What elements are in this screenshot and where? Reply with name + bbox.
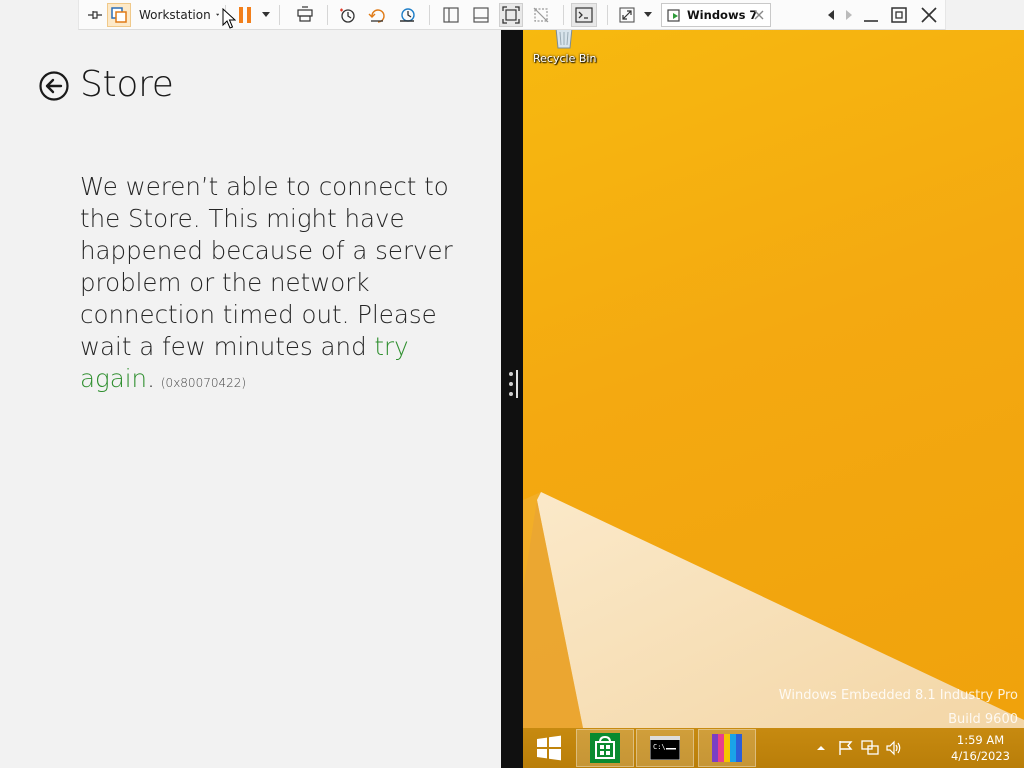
restore-icon xyxy=(891,7,907,23)
restore-button[interactable] xyxy=(887,3,911,27)
stretch-icon xyxy=(619,7,635,23)
volume-button[interactable] xyxy=(885,740,903,756)
tab-windows-7[interactable]: Windows 7 xyxy=(661,3,771,27)
workstation-menu-label: Workstation xyxy=(139,8,211,22)
recycle-bin-shortcut[interactable]: Recycle Bin xyxy=(533,30,597,65)
windows-logo-icon xyxy=(537,735,561,761)
error-code: (0x80070422) xyxy=(160,376,247,390)
watermark-edition: Windows Embedded 8.1 Industry Pro xyxy=(778,688,1018,703)
show-thumbnail-bar-button[interactable] xyxy=(469,3,493,27)
vm-running-icon xyxy=(667,9,680,22)
minimize-button[interactable] xyxy=(859,3,883,27)
show-library-button[interactable] xyxy=(439,3,463,27)
unity-mode-icon xyxy=(533,7,549,23)
toolbar-separator xyxy=(563,5,564,25)
clock-time: 1:59 AM xyxy=(956,733,1005,747)
take-snapshot-button[interactable] xyxy=(335,3,359,27)
close-icon xyxy=(921,7,937,23)
snapshot-manager-icon xyxy=(400,8,415,22)
chevron-down-icon xyxy=(215,13,219,16)
chevron-right-icon xyxy=(846,10,852,20)
snap-splitter xyxy=(501,30,523,768)
recycle-bin-label: Recycle Bin xyxy=(533,52,597,65)
tab-label: Windows 7 xyxy=(687,8,758,22)
unity-mode-button[interactable] xyxy=(529,3,553,27)
toolbar-separator xyxy=(327,5,328,25)
handle-dot xyxy=(509,382,513,386)
taskbar-store-app[interactable] xyxy=(576,729,634,767)
snapshot-icon xyxy=(340,8,355,23)
page-title: Store xyxy=(80,64,174,105)
console-view-button[interactable] xyxy=(571,3,597,27)
send-keys-icon xyxy=(297,6,313,22)
close-window-button[interactable] xyxy=(917,3,941,27)
taskbar-command-prompt[interactable]: C:\ xyxy=(636,729,694,767)
pin-toolbar-button[interactable] xyxy=(83,3,107,27)
full-screen-button[interactable] xyxy=(499,3,523,27)
svg-text:C:\: C:\ xyxy=(653,743,666,751)
close-tab-icon[interactable] xyxy=(752,8,766,22)
show-hidden-icons-button[interactable] xyxy=(815,740,827,756)
taskbar: C:\ 1:59 AM 4/16/2023 xyxy=(523,728,1024,768)
start-button[interactable] xyxy=(525,729,573,767)
unity-button[interactable] xyxy=(107,3,131,27)
taskbar-app[interactable] xyxy=(698,729,756,767)
handle-bar xyxy=(516,370,518,398)
network-button[interactable] xyxy=(861,740,879,756)
action-center-button[interactable] xyxy=(837,740,855,756)
toolbar-separator xyxy=(279,5,280,25)
wallpaper-shape xyxy=(523,492,1024,728)
desktop: Recycle Bin Windows Embedded 8.1 Industr… xyxy=(523,30,1024,728)
flag-icon xyxy=(839,741,853,755)
stretch-guest-button[interactable] xyxy=(615,3,639,27)
revert-snapshot-button[interactable] xyxy=(365,3,389,27)
toolbar-separator xyxy=(607,5,608,25)
pause-button[interactable] xyxy=(233,3,257,27)
clock-date: 4/16/2023 xyxy=(951,749,1010,763)
vmware-toolbar: Workstation Windows 7 xyxy=(78,0,946,30)
chevron-left-icon xyxy=(828,10,834,20)
handle-dot xyxy=(509,392,513,396)
send-ctrl-alt-del-button[interactable] xyxy=(293,3,317,27)
minimize-icon xyxy=(864,20,878,22)
pause-icon xyxy=(239,7,251,23)
chevron-down-icon xyxy=(644,12,652,17)
os-watermark: Windows Embedded 8.1 Industry Pro Build … xyxy=(779,684,1018,728)
thumbnail-icon xyxy=(473,7,489,23)
taskbar-clock[interactable]: 1:59 AM 4/16/2023 xyxy=(951,732,1010,764)
back-button[interactable] xyxy=(38,70,70,102)
error-period: . xyxy=(147,364,155,393)
back-arrow-icon xyxy=(39,71,69,101)
speaker-icon xyxy=(886,740,901,756)
pin-icon xyxy=(88,11,102,19)
snapshot-manager-button[interactable] xyxy=(395,3,419,27)
console-icon xyxy=(575,7,593,23)
store-app-pane: Store We weren’t able to connect to the … xyxy=(0,0,501,768)
toolbar-separator xyxy=(225,5,226,25)
connection-error-message: We weren’t able to connect to the Store.… xyxy=(80,171,480,399)
chevron-down-icon xyxy=(262,12,270,17)
handle-dot xyxy=(509,372,513,376)
workstation-menu[interactable]: Workstation xyxy=(139,3,219,27)
network-icon xyxy=(861,740,879,755)
store-bag-icon xyxy=(590,733,620,763)
recycle-bin-icon xyxy=(555,30,573,49)
library-icon xyxy=(443,7,459,23)
watermark-build: Build 9600 xyxy=(948,712,1018,727)
unity-icon xyxy=(111,7,127,23)
toolbar-separator xyxy=(429,5,430,25)
revert-snapshot-icon xyxy=(368,9,385,23)
power-options-dropdown[interactable] xyxy=(259,3,273,27)
command-prompt-icon: C:\ xyxy=(650,736,680,760)
splitter-handle[interactable] xyxy=(507,370,519,400)
stretch-options-dropdown[interactable] xyxy=(641,3,655,27)
chevron-up-icon xyxy=(817,746,825,750)
next-tab-button[interactable] xyxy=(841,3,857,27)
previous-tab-button[interactable] xyxy=(823,3,839,27)
colorful-app-icon xyxy=(712,734,742,762)
fullscreen-icon xyxy=(502,6,520,24)
